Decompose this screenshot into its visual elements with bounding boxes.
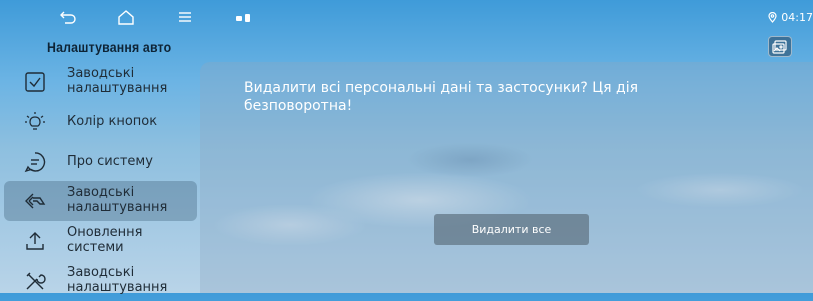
chat-icon xyxy=(24,152,46,173)
sidebar-item-label: Оновлення системи xyxy=(67,225,143,255)
back-nav-icon[interactable] xyxy=(58,8,78,26)
upload-icon xyxy=(26,232,44,250)
sidebar-item-label: Про систему xyxy=(67,154,153,169)
sidebar-item-label: Заводські налаштування xyxy=(67,185,168,215)
sidebar-item-label: Заводські налаштування xyxy=(67,265,168,295)
sidebar-item-about[interactable]: Про систему xyxy=(4,142,197,182)
sidebar-item-factory-settings-active[interactable]: Заводські налаштування xyxy=(4,181,197,221)
wallpaper-button[interactable] xyxy=(768,36,792,57)
sidebar-item-label: Заводські налаштування xyxy=(67,66,168,96)
lock-icon xyxy=(245,14,250,22)
bulb-icon xyxy=(25,112,45,130)
delete-all-button[interactable]: Видалити все xyxy=(434,214,589,245)
reset-warning-message: Видалити всі персональні дані та застосу… xyxy=(244,80,639,114)
factory-reset-panel: Видалити всі персональні дані та застосу… xyxy=(200,62,813,293)
location-icon xyxy=(768,12,777,23)
image-gallery-icon xyxy=(772,39,787,54)
clock: 04:17 xyxy=(781,11,813,24)
sidebar-item-button-color[interactable]: Колір кнопок xyxy=(4,102,197,142)
tools-icon xyxy=(26,272,46,290)
home-nav-icon[interactable] xyxy=(116,8,136,26)
notification-icons xyxy=(236,14,250,22)
checkbox-icon xyxy=(25,72,45,92)
notification-icon xyxy=(236,15,242,21)
page-title: Налаштування авто xyxy=(47,39,172,55)
sidebar-item-label: Колір кнопок xyxy=(67,114,158,129)
menu-nav-icon[interactable] xyxy=(175,8,195,26)
back-arrow-icon xyxy=(25,193,46,209)
sidebar-item-factory-settings[interactable]: Заводські налаштування xyxy=(4,62,197,102)
sidebar: Заводські налаштування Колір кнопок Про … xyxy=(0,62,200,295)
status-bar: 04:17 xyxy=(0,0,813,32)
sidebar-item-system-update[interactable]: Оновлення системи xyxy=(4,221,197,261)
sidebar-item-factory-settings-2[interactable]: Заводські налаштування xyxy=(4,261,197,301)
